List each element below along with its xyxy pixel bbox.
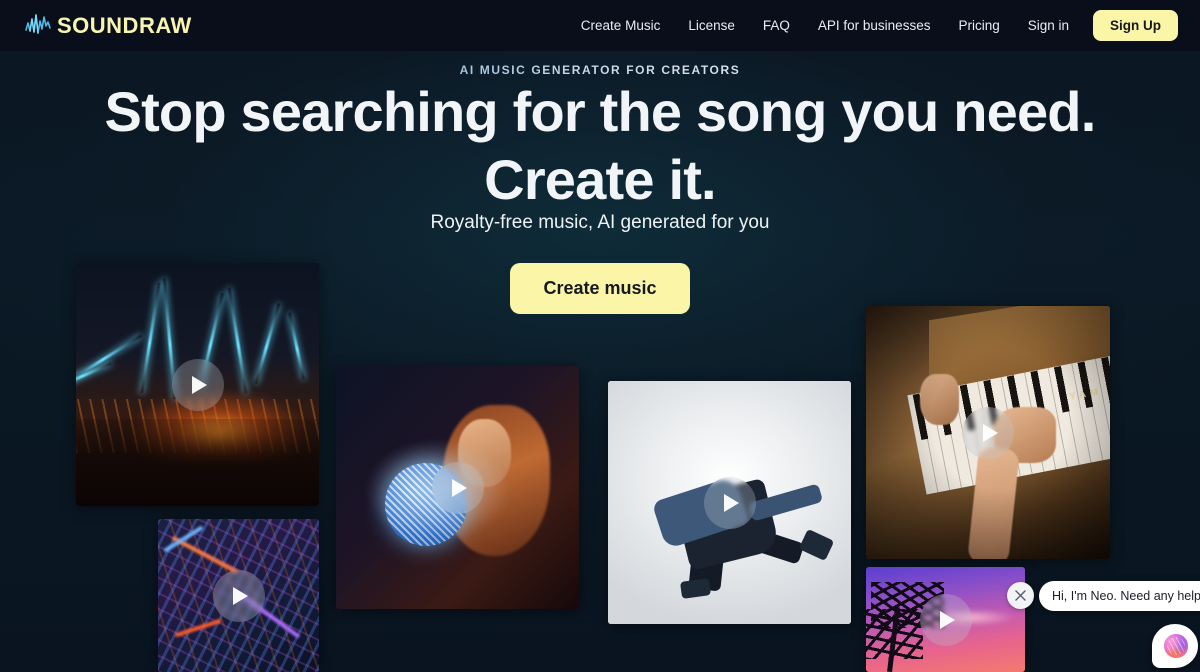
nav-create-music[interactable]: Create Music: [567, 18, 675, 33]
close-icon: [1015, 590, 1026, 601]
page-root: SOUNDRAW Create Music License FAQ API fo…: [0, 0, 1200, 672]
headline-line-1: Stop searching for the song you need.: [104, 80, 1097, 143]
site-header: SOUNDRAW Create Music License FAQ API fo…: [0, 0, 1200, 51]
chat-avatar-button[interactable]: [1152, 624, 1198, 668]
nav-faq[interactable]: FAQ: [749, 18, 804, 33]
card-dancer[interactable]: [608, 381, 851, 624]
card-city[interactable]: [158, 519, 319, 672]
hero-eyebrow: AI MUSIC GENERATOR FOR CREATORS: [0, 63, 1200, 77]
nav-license[interactable]: License: [674, 18, 749, 33]
play-icon[interactable]: [962, 406, 1014, 459]
chat-close-button[interactable]: [1007, 582, 1034, 609]
headline-line-2: Create it.: [484, 148, 716, 211]
nav-sign-in[interactable]: Sign in: [1014, 18, 1083, 33]
main-navigation: Create Music License FAQ API for busines…: [567, 10, 1178, 41]
play-icon[interactable]: [919, 593, 972, 646]
chat-message-bubble[interactable]: Hi, I'm Neo. Need any help?: [1039, 581, 1200, 611]
waveform-icon: [25, 11, 55, 40]
hero-subhead: Royalty-free music, AI generated for you: [430, 212, 770, 233]
play-icon[interactable]: [171, 358, 224, 411]
card-piano[interactable]: YAM: [866, 306, 1110, 559]
play-icon[interactable]: [212, 569, 265, 622]
brand-logo[interactable]: SOUNDRAW: [25, 11, 192, 40]
nav-api-for-businesses[interactable]: API for businesses: [804, 18, 945, 33]
neo-avatar-icon: [1164, 634, 1188, 658]
play-icon[interactable]: [703, 476, 756, 529]
create-music-button[interactable]: Create music: [510, 263, 690, 314]
card-disco[interactable]: [336, 366, 579, 609]
page-title: Stop searching for the song you need. Cr…: [0, 84, 1200, 208]
play-icon[interactable]: [431, 461, 484, 514]
brand-name: SOUNDRAW: [57, 12, 192, 38]
card-tropical[interactable]: [866, 567, 1025, 672]
card-concert[interactable]: [76, 263, 319, 506]
sign-up-button[interactable]: Sign Up: [1093, 10, 1178, 41]
nav-pricing[interactable]: Pricing: [944, 18, 1013, 33]
